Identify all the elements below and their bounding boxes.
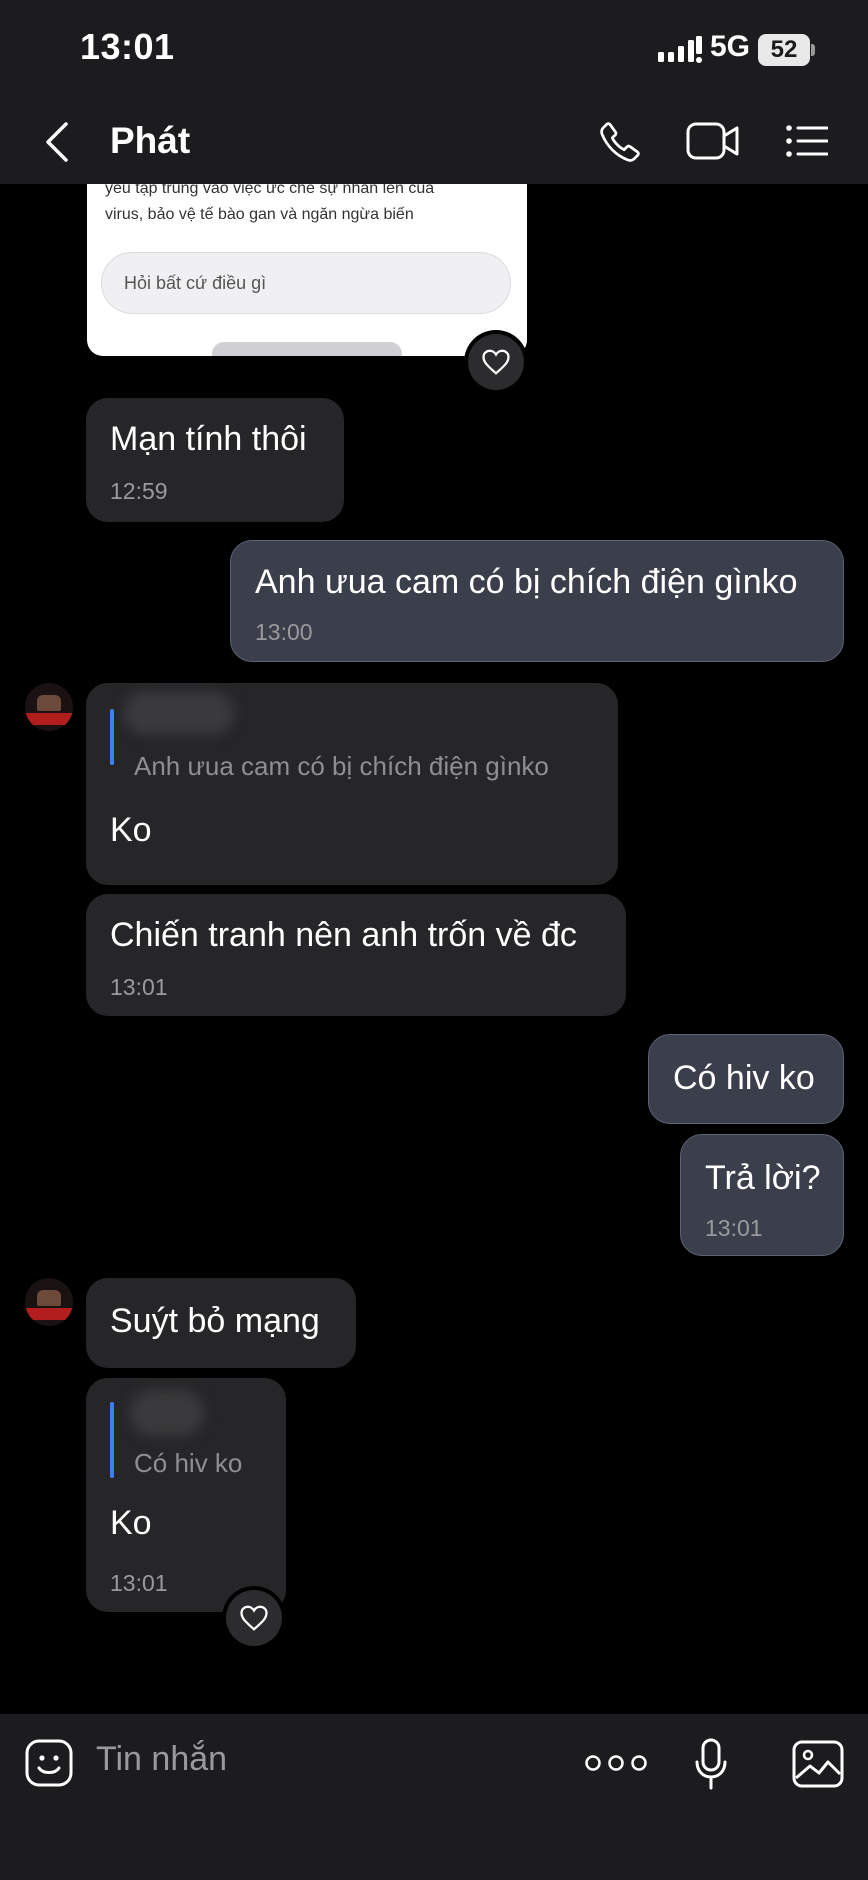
message-text: Chiến tranh nên anh trốn về đc bbox=[110, 916, 577, 954]
heart-reaction-button[interactable] bbox=[468, 334, 524, 390]
signal-icon bbox=[658, 36, 702, 63]
quote-accent-bar bbox=[110, 1402, 114, 1478]
message-text: Mạn tính thôi bbox=[110, 420, 307, 458]
contact-avatar[interactable] bbox=[25, 683, 73, 731]
menu-icon[interactable] bbox=[786, 124, 828, 158]
message-bubble-reply-incoming[interactable]: Anh ưua cam có bị chích điện gìnko Ko bbox=[86, 683, 618, 885]
message-time: 13:00 bbox=[255, 619, 313, 645]
composer-bar bbox=[0, 1714, 868, 1880]
shared-image[interactable]: yêu tập trung vào việc ức chế sự nhân lê… bbox=[87, 184, 527, 356]
message-text: Có hiv ko bbox=[673, 1059, 815, 1097]
quoted-sender-blurred bbox=[130, 1390, 204, 1436]
shared-image-search-field: Hỏi bất cứ điều gì bbox=[101, 252, 511, 314]
heart-icon bbox=[240, 1605, 268, 1631]
heart-reaction-button[interactable] bbox=[226, 1590, 282, 1646]
message-text: Suýt bỏ mạng bbox=[110, 1302, 320, 1340]
battery-indicator: 52 bbox=[758, 34, 810, 66]
heart-icon bbox=[482, 349, 510, 375]
mic-icon[interactable] bbox=[694, 1738, 728, 1792]
quote-accent-bar bbox=[110, 709, 114, 765]
message-bubble-reply-incoming[interactable]: Có hiv ko Ko 13:01 bbox=[86, 1378, 286, 1612]
quoted-message-text: Có hiv ko bbox=[134, 1448, 243, 1478]
message-bubble-incoming[interactable]: Chiến tranh nên anh trốn về đc 13:01 bbox=[86, 894, 626, 1016]
status-time: 13:01 bbox=[80, 26, 175, 67]
battery-tip bbox=[811, 44, 815, 56]
message-text: Anh ưua cam có bị chích điện gìnko bbox=[255, 563, 798, 601]
message-text: Trả lời? bbox=[705, 1159, 821, 1197]
shared-image-pill bbox=[212, 342, 402, 356]
message-time: 13:01 bbox=[110, 1570, 168, 1596]
message-text: Ko bbox=[110, 811, 152, 849]
message-bubble-incoming[interactable]: Mạn tính thôi 12:59 bbox=[86, 398, 344, 522]
shared-image-search-placeholder: Hỏi bất cứ điều gì bbox=[124, 273, 267, 293]
message-time: 13:01 bbox=[705, 1215, 763, 1241]
video-icon[interactable] bbox=[686, 120, 740, 162]
call-icon[interactable] bbox=[598, 120, 642, 164]
contact-avatar[interactable] bbox=[25, 1278, 73, 1326]
shared-image-text-line-2: virus, bảo vệ tế bào gan và ngăn ngừa bi… bbox=[105, 206, 414, 223]
contact-name[interactable]: Phát bbox=[110, 120, 190, 162]
message-bubble-outgoing[interactable]: Anh ưua cam có bị chích điện gìnko 13:00 bbox=[230, 540, 844, 662]
back-icon[interactable] bbox=[42, 120, 72, 164]
sticker-icon[interactable] bbox=[24, 1738, 74, 1788]
image-icon[interactable] bbox=[792, 1740, 844, 1788]
more-icon[interactable] bbox=[584, 1752, 648, 1774]
network-type: 5G bbox=[710, 30, 751, 63]
message-text: Ko bbox=[110, 1504, 152, 1542]
message-bubble-outgoing[interactable]: Có hiv ko bbox=[648, 1034, 844, 1124]
quoted-sender-blurred bbox=[124, 691, 234, 735]
message-time: 12:59 bbox=[110, 478, 168, 504]
message-bubble-incoming[interactable]: Suýt bỏ mạng bbox=[86, 1278, 356, 1368]
message-bubble-outgoing[interactable]: Trả lời? 13:01 bbox=[680, 1134, 844, 1256]
quoted-message-text: Anh ưua cam có bị chích điện gìnko bbox=[134, 751, 549, 781]
shared-image-text-line-1: yêu tập trung vào việc ức chế sự nhân lê… bbox=[105, 184, 435, 197]
message-time: 13:01 bbox=[110, 974, 168, 1000]
message-input[interactable]: Tin nhắn bbox=[96, 1740, 227, 1779]
